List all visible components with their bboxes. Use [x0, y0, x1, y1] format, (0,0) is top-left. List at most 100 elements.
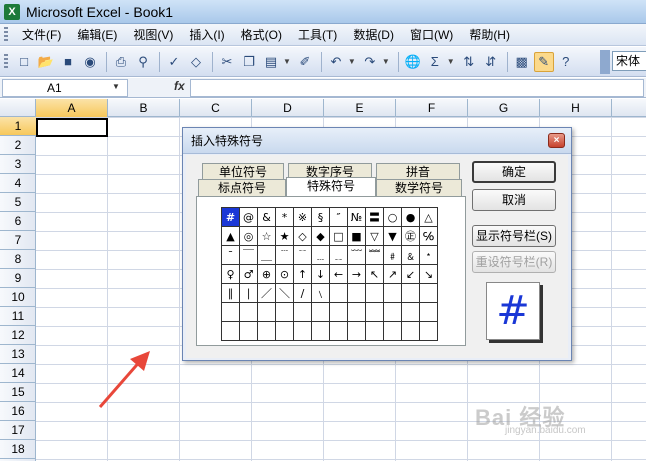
select-all-corner[interactable]	[0, 99, 36, 117]
symbol-cell[interactable]: ◇	[293, 226, 312, 246]
symbol-cell[interactable]: ↘	[419, 264, 438, 284]
symbol-cell[interactable]: ∥	[221, 283, 240, 303]
column-header-b[interactable]: B	[108, 99, 180, 117]
symbol-cell[interactable]: ▽	[365, 226, 384, 246]
symbol-cell[interactable]	[401, 283, 420, 303]
paste-icon[interactable]: ▤	[261, 52, 281, 72]
symbol-cell[interactable]	[383, 302, 402, 322]
symbol-cell[interactable]	[383, 321, 402, 341]
menu-help[interactable]: 帮助(H)	[461, 25, 518, 45]
column-header-g[interactable]: G	[468, 99, 540, 117]
symbol-cell[interactable]	[365, 321, 384, 341]
format-painter-icon[interactable]: ✐	[295, 52, 315, 72]
symbol-cell[interactable]: ↖	[365, 264, 384, 284]
symbol-cell[interactable]: §	[311, 207, 330, 227]
symbol-cell[interactable]: ●	[401, 207, 420, 227]
row-header-15[interactable]: 15	[0, 383, 36, 402]
tab-pinyin[interactable]: 拼音	[376, 163, 460, 180]
symbol-cell[interactable]: @	[239, 207, 258, 227]
cut-icon[interactable]: ✂	[217, 52, 237, 72]
symbol-cell[interactable]: ﹊	[293, 245, 312, 265]
font-name-box[interactable]: 宋体	[612, 51, 646, 71]
copy-icon[interactable]: ❐	[239, 52, 259, 72]
symbol-cell[interactable]: ﹨	[311, 283, 330, 303]
column-header-h[interactable]: H	[540, 99, 612, 117]
research-icon[interactable]: ◇	[186, 52, 206, 72]
column-header-a[interactable]: A	[36, 99, 108, 117]
symbol-cell[interactable]	[365, 283, 384, 303]
symbol-cell[interactable]: ﹋	[347, 245, 366, 265]
paste-dropdown-icon[interactable]: ▼	[283, 57, 291, 66]
symbol-cell[interactable]: ˉ	[221, 245, 240, 265]
symbol-cell[interactable]: ⊙	[275, 264, 294, 284]
tab-math-symbols[interactable]: 数学符号	[376, 179, 462, 196]
symbol-cell[interactable]	[329, 283, 348, 303]
symbol-cell[interactable]: &	[257, 207, 276, 227]
symbol-cell[interactable]	[347, 283, 366, 303]
symbol-cell[interactable]: ﹉	[275, 245, 294, 265]
name-box-dropdown-icon[interactable]: ▼	[112, 82, 120, 91]
hyperlink-icon[interactable]: 🌐	[403, 52, 423, 72]
symbol-cell[interactable]: ♀	[221, 264, 240, 284]
symbol-cell[interactable]: ⊕	[257, 264, 276, 284]
permission-icon[interactable]: ◉	[80, 52, 100, 72]
menu-window[interactable]: 窗口(W)	[402, 25, 461, 45]
menu-edit[interactable]: 编辑(E)	[69, 25, 125, 45]
symbol-cell[interactable]	[419, 283, 438, 303]
symbol-cell[interactable]: ￣	[239, 245, 258, 265]
symbol-cell[interactable]: ″	[329, 207, 348, 227]
menu-insert[interactable]: 插入(I)	[181, 25, 232, 45]
symbol-cell[interactable]: ◆	[311, 226, 330, 246]
symbol-cell[interactable]: *	[275, 207, 294, 227]
row-header-8[interactable]: 8	[0, 250, 36, 269]
symbol-cell[interactable]	[365, 302, 384, 322]
show-symbol-toolbar-button[interactable]: 显示符号栏(S)	[472, 225, 556, 247]
row-header-7[interactable]: 7	[0, 231, 36, 250]
redo-dropdown-icon[interactable]: ▼	[382, 57, 390, 66]
symbol-cell[interactable]	[221, 302, 240, 322]
symbol-cell[interactable]	[257, 321, 276, 341]
symbol-cell[interactable]: ※	[293, 207, 312, 227]
column-header-d[interactable]: D	[252, 99, 324, 117]
row-header-18[interactable]: 18	[0, 440, 36, 459]
symbol-cell[interactable]: →	[347, 264, 366, 284]
symbol-cell[interactable]: ﹠	[401, 245, 420, 265]
row-header-13[interactable]: 13	[0, 345, 36, 364]
symbol-cell[interactable]: ℅	[419, 226, 438, 246]
symbol-cell[interactable]	[347, 302, 366, 322]
toolbar-grip[interactable]	[4, 53, 8, 70]
symbol-cell[interactable]: ／	[257, 283, 276, 303]
row-header-2[interactable]: 2	[0, 136, 36, 155]
symbol-cell[interactable]: ＿	[257, 245, 276, 265]
close-icon[interactable]: ×	[548, 133, 565, 148]
sort-desc-icon[interactable]: ⇵	[481, 52, 501, 72]
row-header-4[interactable]: 4	[0, 174, 36, 193]
symbol-cell[interactable]	[293, 321, 312, 341]
undo-icon[interactable]: ↶	[326, 52, 346, 72]
autosum-icon[interactable]: Σ	[425, 52, 445, 72]
menu-grip[interactable]	[4, 26, 8, 43]
symbol-cell[interactable]: ＼	[275, 283, 294, 303]
symbol-cell[interactable]: #	[221, 207, 240, 227]
save-icon[interactable]: ■	[58, 52, 78, 72]
symbol-cell[interactable]: ∣	[239, 283, 258, 303]
autosum-dropdown-icon[interactable]: ▼	[447, 57, 455, 66]
chart-wizard-icon[interactable]: ▩	[512, 52, 532, 72]
row-header-14[interactable]: 14	[0, 364, 36, 383]
symbol-cell[interactable]: ◎	[239, 226, 258, 246]
cancel-button[interactable]: 取消	[472, 189, 556, 211]
sort-asc-icon[interactable]: ⇅	[459, 52, 479, 72]
formula-input[interactable]	[190, 79, 644, 97]
symbol-cell[interactable]: ☆	[257, 226, 276, 246]
drawing-icon[interactable]: ✎	[533, 51, 554, 72]
symbol-cell[interactable]: 〓	[365, 207, 384, 227]
symbol-cell[interactable]	[419, 321, 438, 341]
symbol-cell[interactable]: ↗	[383, 264, 402, 284]
symbol-cell[interactable]: △	[419, 207, 438, 227]
menu-format[interactable]: 格式(O)	[233, 25, 290, 45]
ok-button[interactable]: 确定	[472, 161, 556, 183]
row-header-1[interactable]: 1	[0, 117, 36, 136]
row-header-11[interactable]: 11	[0, 307, 36, 326]
symbol-cell[interactable]	[293, 302, 312, 322]
column-header-e[interactable]: E	[324, 99, 396, 117]
